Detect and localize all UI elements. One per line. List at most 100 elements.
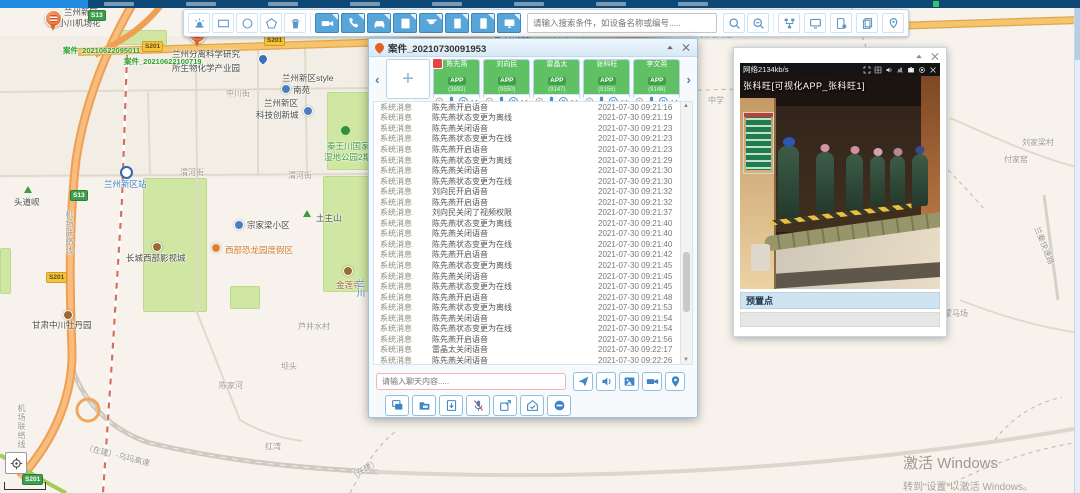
pin-route-button[interactable] [882, 13, 904, 33]
video-close-button[interactable] [930, 51, 940, 61]
case-marker-label[interactable]: 案件_20210622100719 [124, 56, 202, 67]
navbar-menu-item[interactable] [514, 2, 544, 6]
video-player[interactable]: 网络2134kb/s 张科旺[可视化APP_张科旺1] [740, 63, 940, 289]
message-time: 2021-07-30 09:22:26 [598, 356, 692, 365]
map-label: 土主山 [316, 212, 342, 224]
video-minimize-button[interactable] [914, 51, 924, 61]
siren-button[interactable] [188, 13, 210, 33]
volume-button[interactable] [884, 65, 893, 74]
message-content: 陈先燕状态变更为离线 [432, 155, 598, 166]
building-button[interactable] [445, 13, 469, 33]
message-time: 2021-07-30 09:21:40 [598, 229, 692, 238]
locate-button[interactable] [5, 452, 27, 474]
close-x-button[interactable] [928, 65, 937, 74]
tablet-button[interactable] [471, 13, 495, 33]
trash-button[interactable] [284, 13, 306, 33]
case-marker[interactable] [45, 10, 62, 27]
shape-pentagon-button[interactable] [260, 13, 282, 33]
member-card[interactable]: 陈先燕 APP (3892) [433, 59, 480, 99]
search-button[interactable] [723, 13, 745, 33]
navbar-active-menu[interactable] [0, 0, 88, 8]
device-download-button[interactable] [439, 395, 463, 416]
map-poi-icon [303, 210, 311, 217]
tree-org-button[interactable] [778, 13, 800, 33]
strip-prev-button[interactable]: ‹ [372, 59, 383, 99]
message-row: 系统消息 刘向民开启语音 2021-07-30 09:21:32 [374, 186, 692, 197]
member-card[interactable]: 雷晶太 APP (9147) [533, 59, 580, 99]
monitor2-button[interactable] [804, 13, 826, 33]
scrollbar-thumb[interactable] [683, 252, 690, 312]
message-row: 系统消息 陈先燕状态变更为离线 2021-07-30 09:21:19 [374, 113, 692, 124]
shape-circle-button[interactable] [236, 13, 258, 33]
camcorder-button[interactable] [642, 372, 662, 391]
tv-button[interactable] [497, 13, 521, 33]
message-time: 2021-07-30 09:21:23 [598, 134, 692, 143]
send-button[interactable] [573, 372, 593, 391]
navbar-menu-item[interactable] [186, 2, 216, 6]
record-button[interactable] [917, 65, 926, 74]
navbar-menu-item[interactable] [432, 2, 462, 6]
domecam-button[interactable] [419, 13, 443, 33]
message-type: 系统消息 [374, 334, 432, 345]
mic-off-button[interactable] [466, 395, 490, 416]
locate-icon [10, 457, 23, 470]
message-time: 2021-07-30 09:21:30 [598, 166, 692, 175]
case-panel-titlebar[interactable]: 案件_20210730091953 [369, 39, 697, 57]
shape-rect-button[interactable] [212, 13, 234, 33]
page-scrollbar[interactable] [1074, 0, 1080, 493]
close-button[interactable] [681, 43, 691, 53]
navbar-status-dot [933, 1, 939, 7]
audio-button[interactable] [596, 372, 616, 391]
calculator-button[interactable] [393, 13, 417, 33]
folder-button[interactable] [412, 395, 436, 416]
navbar-menu-item[interactable] [268, 2, 298, 6]
image-button[interactable] [619, 372, 639, 391]
cctv-button[interactable] [315, 13, 339, 33]
search-minus-button[interactable] [747, 13, 769, 33]
page-scrollbar-thumb[interactable] [1075, 2, 1080, 60]
map-label: 渭河街 [180, 167, 204, 178]
minimize-button[interactable] [665, 43, 675, 53]
add-member-card[interactable]: + [386, 59, 431, 99]
message-row: 系统消息 陈先燕状态变更为离线 2021-07-30 09:21:45 [374, 260, 692, 271]
car-button[interactable] [367, 13, 391, 33]
multiview-button[interactable] [873, 65, 882, 74]
member-card[interactable]: 李文英 APP (9148) [633, 59, 680, 99]
message-list[interactable]: 系统消息 陈先燕开启语音 2021-07-30 09:21:16 系统消息 陈先… [373, 101, 693, 365]
chat-input[interactable] [376, 373, 566, 390]
export-button[interactable] [493, 395, 517, 416]
strip-next-button[interactable]: › [683, 59, 694, 99]
snapshot-button[interactable] [906, 65, 915, 74]
member-card[interactable]: 张科旺 APP (9156) [583, 59, 630, 99]
navbar-menu-item[interactable] [596, 2, 626, 6]
message-content: 陈先燕状态变更为在线 [432, 133, 598, 144]
member-card[interactable]: 刘向民 APP (9550) [483, 59, 530, 99]
message-content: 陈先燕开启语音 [432, 292, 598, 303]
screens-button[interactable] [385, 395, 409, 416]
message-scrollbar[interactable]: ▲ ▼ [680, 102, 692, 364]
navbar-menu-item[interactable] [678, 2, 708, 6]
doc-gear-button[interactable] [830, 13, 852, 33]
case-marker-label[interactable]: 案件_20210622095011 [63, 45, 140, 56]
message-type: 系统消息 [374, 302, 432, 313]
navbar-menu-item[interactable] [104, 2, 134, 6]
preset-points-row[interactable] [740, 312, 940, 327]
worker-figure [870, 156, 885, 206]
worker-figure [816, 152, 834, 212]
video-panel-titlebar[interactable] [734, 48, 946, 63]
home-check-button[interactable] [520, 395, 544, 416]
map-poi-icon [211, 243, 221, 253]
phone-button[interactable] [341, 13, 365, 33]
scroll-up-icon[interactable]: ▲ [683, 103, 689, 109]
stream-button[interactable] [895, 65, 904, 74]
navbar-menu-item[interactable] [350, 2, 380, 6]
message-type: 系统消息 [374, 123, 432, 134]
block-button[interactable] [547, 395, 571, 416]
fullscreen-button[interactable] [862, 65, 871, 74]
preset-points-header[interactable]: 预置点 [740, 292, 940, 309]
scroll-down-icon[interactable]: ▼ [683, 357, 689, 363]
device-search-input[interactable] [527, 13, 717, 33]
doc-copy-button[interactable] [856, 13, 878, 33]
location-button[interactable] [665, 372, 685, 391]
case-icon [373, 41, 386, 54]
